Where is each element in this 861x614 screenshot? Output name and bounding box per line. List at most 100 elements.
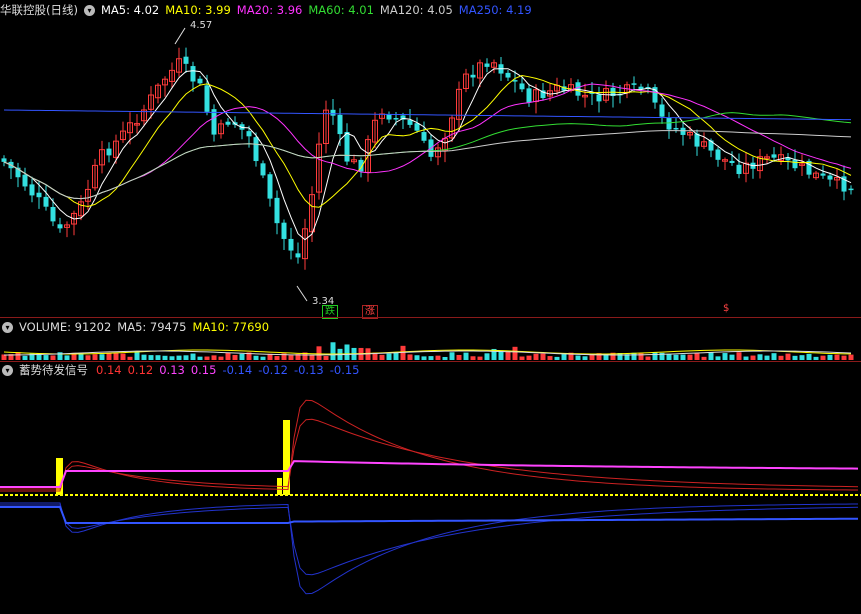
candle-body	[246, 131, 252, 137]
candle-body	[666, 117, 672, 130]
volume-bar	[722, 353, 728, 360]
volume-bar	[344, 344, 350, 360]
candle-body	[22, 174, 28, 187]
volume-bar	[778, 355, 784, 360]
volume-chart[interactable]	[0, 336, 861, 362]
indicator-line-blue	[0, 504, 859, 576]
volume-bar	[848, 354, 854, 360]
candle-body	[729, 160, 735, 164]
volume-bar	[190, 353, 196, 360]
volume-bar	[155, 355, 161, 360]
volume-bar	[85, 355, 91, 360]
volume-bar	[309, 355, 315, 360]
indicator-value: -0.13	[293, 363, 324, 377]
volume-bar	[673, 354, 679, 360]
candle-body	[771, 154, 777, 158]
volume-bar	[288, 355, 294, 360]
chevron-down-icon[interactable]: ▾	[2, 321, 13, 333]
candle-body	[29, 184, 35, 196]
candle-body	[505, 72, 511, 78]
main-header: 华联控股(日线) ▾ MA5: 4.02 MA10: 3.99 MA20: 3.…	[0, 2, 538, 18]
candle-body	[736, 164, 742, 175]
volume-bar	[701, 356, 707, 360]
volume-bar	[218, 356, 224, 360]
candle-body	[253, 137, 259, 162]
signal-mark-dollar: $	[723, 303, 730, 314]
indicator-line-blue	[0, 502, 859, 595]
indicator-line-red	[0, 418, 859, 490]
candle-body	[50, 206, 56, 222]
volume-bar	[456, 354, 462, 360]
ma10-label: MA10: 3.99	[165, 3, 231, 17]
volume-bar	[477, 356, 483, 360]
candle-body	[820, 173, 826, 176]
volume-bar	[729, 354, 735, 360]
volume-bar	[120, 353, 126, 360]
volume-bar	[421, 356, 427, 360]
candle-body	[470, 74, 476, 78]
candle-body	[337, 114, 343, 135]
indicator-chart[interactable]	[0, 378, 861, 614]
volume-bar	[820, 355, 826, 360]
candle-body	[330, 109, 336, 116]
volume-bar	[547, 356, 553, 360]
indicator-value: -0.14	[222, 363, 253, 377]
volume-bar	[666, 353, 672, 360]
candle-body	[386, 114, 392, 120]
volume-bar	[827, 354, 833, 360]
high-price-pointer	[174, 27, 186, 45]
volume-bar	[225, 352, 231, 360]
stock-title: 华联控股(日线)	[0, 3, 78, 17]
volume-bar	[834, 354, 840, 360]
ma120-line	[3, 130, 852, 200]
ma20-line	[3, 83, 852, 200]
volume-bar	[176, 355, 182, 360]
candle-body	[715, 149, 721, 160]
candle-body	[260, 163, 266, 176]
candle-body	[1, 158, 7, 162]
indicator-value: -0.12	[258, 363, 288, 377]
chevron-down-icon[interactable]: ▾	[83, 4, 95, 16]
volume-bar	[379, 354, 385, 360]
candle-body	[519, 83, 525, 90]
volume-bar	[785, 353, 791, 360]
volume-bar	[799, 355, 805, 360]
candle-body	[792, 159, 798, 169]
volume-bar	[631, 352, 637, 360]
candle-body	[526, 88, 532, 103]
volume-bar	[533, 353, 539, 360]
candle-body	[225, 121, 231, 125]
volume-bar	[463, 352, 469, 360]
candle-body	[43, 196, 49, 207]
volume-bar	[127, 356, 133, 360]
candle-body	[281, 222, 287, 239]
volume-bar	[554, 356, 560, 360]
volume-bar	[148, 355, 154, 360]
volume-bar	[113, 352, 119, 360]
indicator-line-red	[0, 399, 859, 492]
volume-bar	[393, 352, 399, 360]
candlestick-chart[interactable]	[0, 18, 861, 318]
volume-bar	[162, 355, 168, 360]
indicator-line-blue-thick	[0, 506, 859, 524]
volume-bar	[694, 353, 700, 360]
volume-bar	[253, 355, 259, 360]
indicator-value: 0.15	[190, 363, 217, 377]
volume-bar	[771, 353, 777, 360]
candle-body	[848, 188, 854, 191]
indicator-title: 蓄势待发信号	[19, 363, 88, 377]
volume-bar	[470, 356, 476, 360]
volume-bar	[813, 356, 819, 360]
chevron-down-icon[interactable]: ▾	[2, 364, 13, 376]
candle-body	[659, 104, 665, 117]
candle-body	[407, 119, 413, 125]
candle-body	[183, 56, 189, 64]
volume-bar	[505, 351, 511, 360]
volume-bar	[260, 356, 266, 360]
volume-bar	[330, 342, 336, 360]
ma20-label: MA20: 3.96	[236, 3, 303, 17]
candle-body	[393, 118, 399, 120]
volume-bar	[183, 355, 189, 360]
volume-bar	[652, 352, 658, 360]
volume-bar	[582, 356, 588, 360]
